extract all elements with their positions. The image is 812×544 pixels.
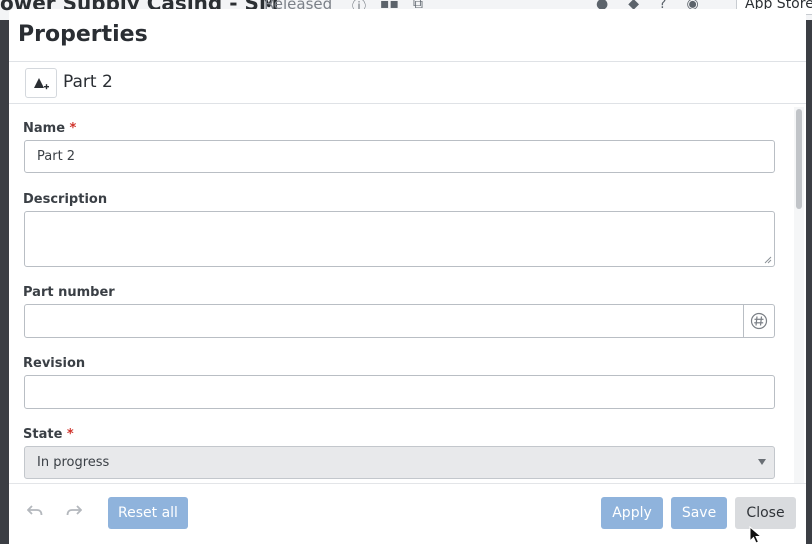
form-scrollbar[interactable] xyxy=(794,107,804,483)
dialog-header: Properties xyxy=(9,9,806,62)
part-number-field[interactable] xyxy=(24,304,744,338)
name-label-text: Name xyxy=(23,121,66,136)
properties-dialog: Properties Part 2 Name * Part 2 Descript… xyxy=(9,9,806,544)
generate-part-number-button[interactable] xyxy=(744,304,775,338)
name-field-value: Part 2 xyxy=(37,149,76,164)
undo-icon xyxy=(27,505,43,516)
add-part-icon[interactable] xyxy=(25,68,57,98)
redo-button[interactable] xyxy=(62,500,86,520)
part-number-label: Part number xyxy=(23,285,115,300)
chevron-down-icon xyxy=(758,459,766,465)
part-header: Part 2 xyxy=(9,62,806,104)
required-mark: * xyxy=(66,427,74,442)
redo-icon xyxy=(66,505,82,516)
mouse-cursor-icon xyxy=(749,526,763,544)
required-mark: * xyxy=(69,121,77,136)
dialog-footer: Reset all Apply Save Close xyxy=(9,483,806,544)
dialog-title: Properties xyxy=(18,22,148,47)
name-field[interactable]: Part 2 xyxy=(24,140,775,173)
description-label: Description xyxy=(23,192,108,207)
revision-label: Revision xyxy=(23,356,86,371)
state-label-text: State xyxy=(23,427,63,442)
apply-button[interactable]: Apply xyxy=(601,497,663,529)
reset-all-button[interactable]: Reset all xyxy=(108,497,188,529)
scrollbar-thumb[interactable] xyxy=(796,109,802,209)
properties-form: Name * Part 2 Description Part number Re… xyxy=(9,105,806,483)
resize-grip-icon[interactable] xyxy=(764,256,772,264)
undo-button[interactable] xyxy=(23,500,47,520)
close-button[interactable]: Close xyxy=(735,497,796,529)
name-label: Name * xyxy=(23,121,76,136)
part-name: Part 2 xyxy=(63,72,113,92)
hash-icon xyxy=(750,312,768,330)
state-select[interactable]: In progress xyxy=(24,446,775,479)
revision-field[interactable] xyxy=(24,375,775,409)
description-field[interactable] xyxy=(24,211,775,267)
state-select-value: In progress xyxy=(37,455,110,470)
state-label: State * xyxy=(23,427,74,442)
save-button[interactable]: Save xyxy=(671,497,727,529)
